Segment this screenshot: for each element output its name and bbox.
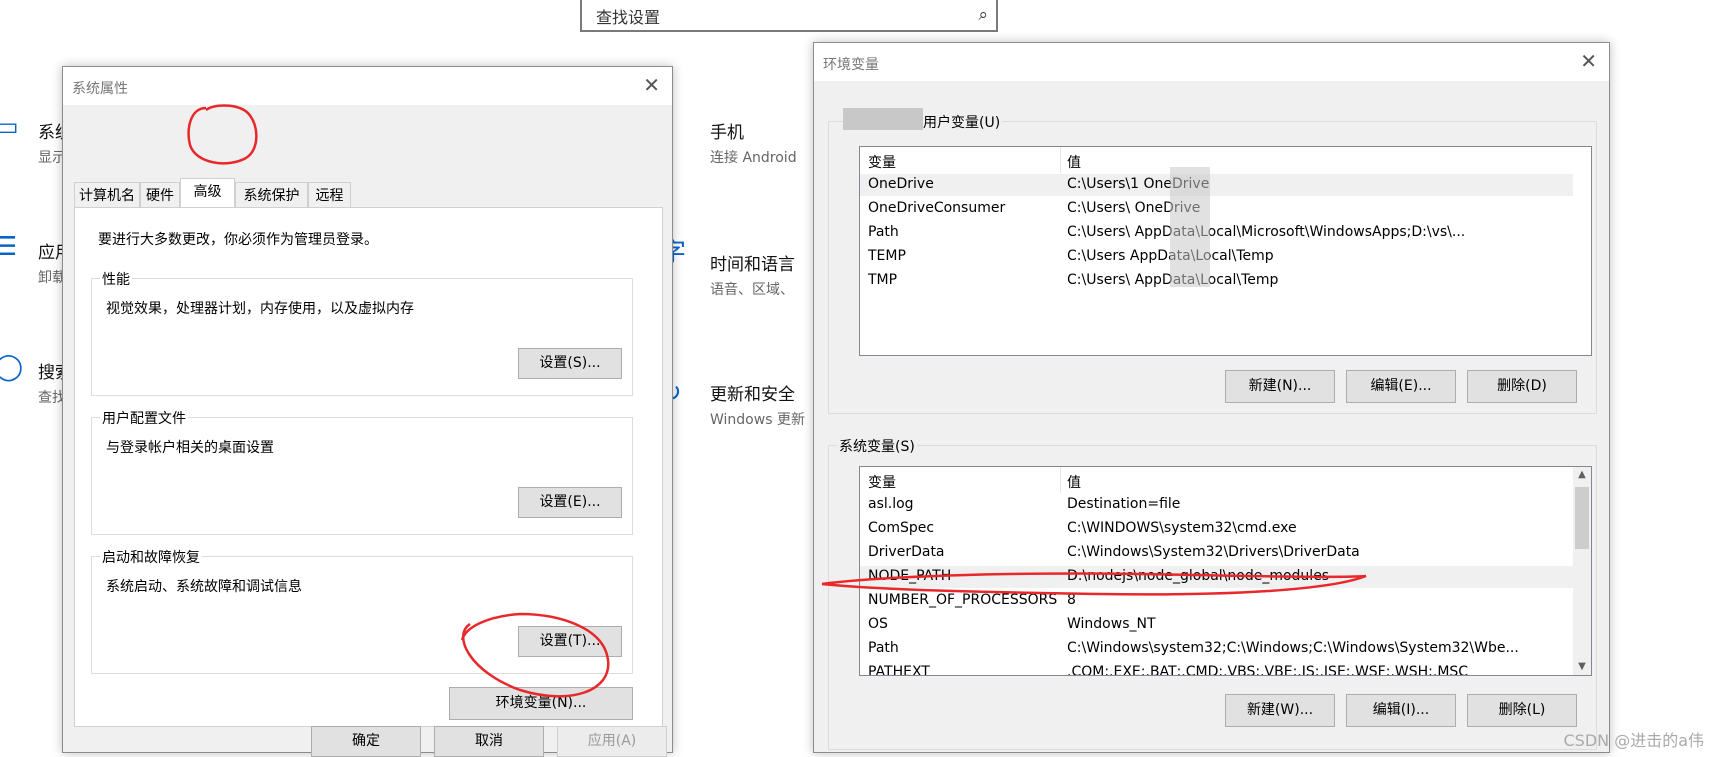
annotation-circle-env-button [460, 612, 610, 698]
annotation-circle-advanced-tab [187, 104, 258, 165]
annotation-underline-node-path [821, 572, 1367, 596]
annotation-overlay [187, 104, 1367, 698]
watermark: CSDN @进击的a伟 [1563, 731, 1704, 750]
